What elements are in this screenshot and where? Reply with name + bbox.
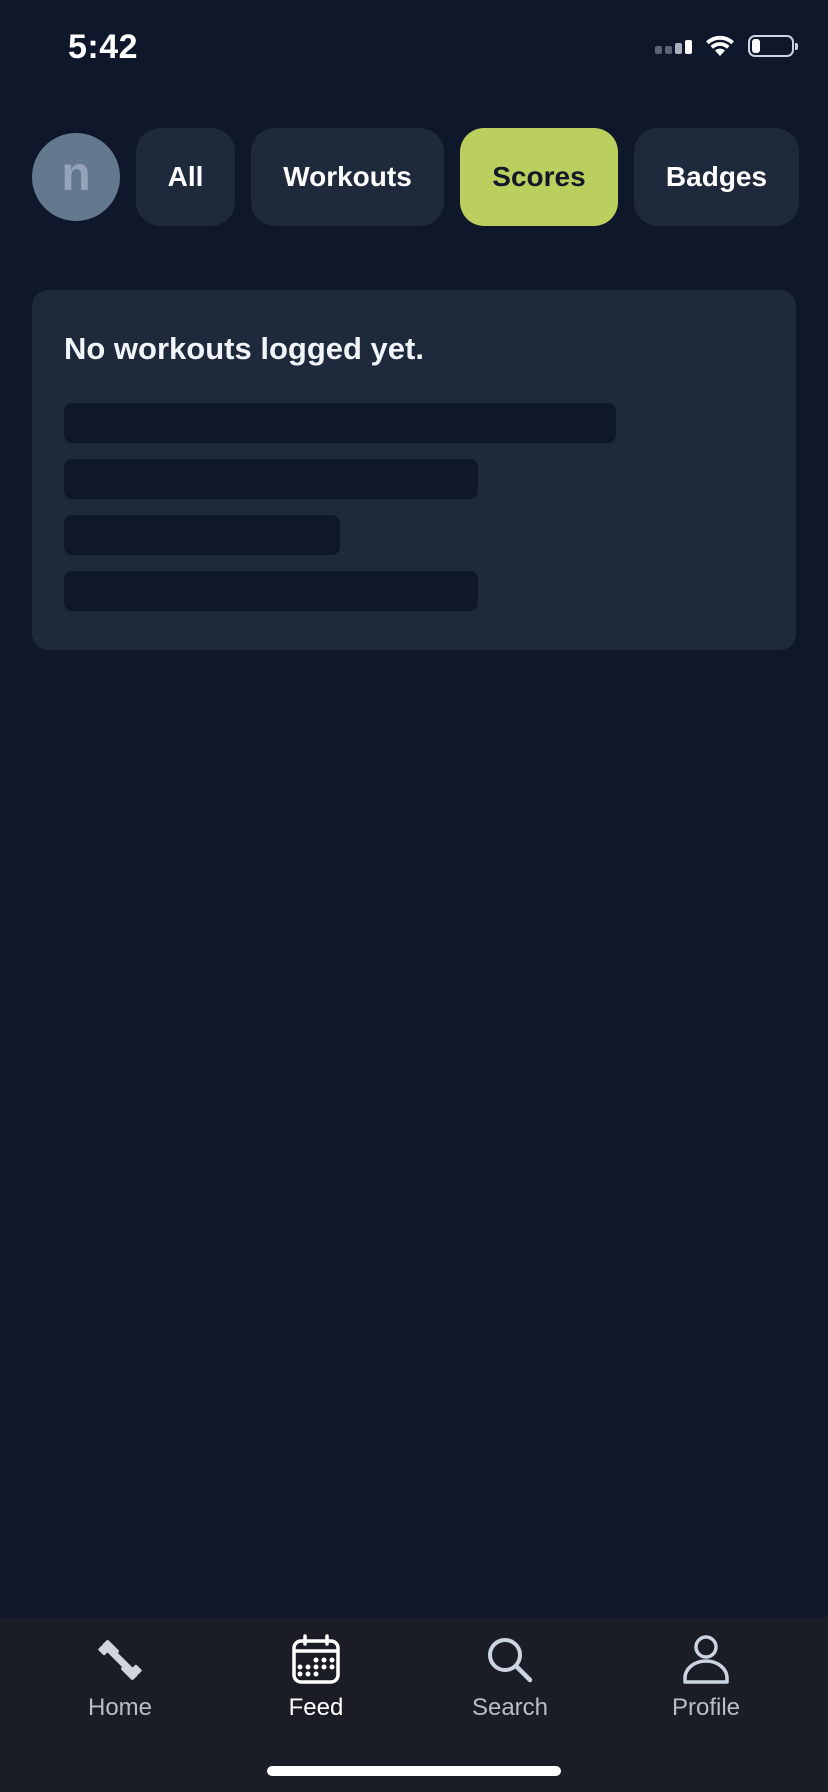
avatar[interactable]: n [32,133,120,221]
avatar-initial: n [61,147,91,201]
tab-feed[interactable]: Feed [246,1634,386,1722]
skeleton-line [64,459,478,500]
home-indicator[interactable] [267,1766,561,1776]
tab-label-profile: Profile [671,1694,741,1721]
status-bar: 5:42 [0,0,828,100]
filter-row: n All Workouts Scores Badges [32,128,799,226]
cellular-signal-icon [655,38,692,54]
calendar-icon [292,1634,340,1684]
skeleton-line [64,571,478,612]
filter-chip-all[interactable]: All [136,128,235,226]
empty-state-message: No workouts logged yet. [64,331,424,366]
filter-chip-badges[interactable]: Badges [634,128,799,226]
person-icon [683,1635,729,1684]
battery-level [752,39,760,53]
tab-label-search: Search [471,1694,549,1721]
battery-icon [748,35,798,57]
filter-chip-scores[interactable]: Scores [460,128,618,226]
skeleton-line [64,403,616,444]
tab-search[interactable]: Search [440,1634,580,1722]
feed-screen: 5:42 n All Workouts Scores Badges No wor… [0,0,828,1792]
skeleton-line [64,515,340,556]
search-icon [488,1638,533,1683]
wifi-icon [706,35,734,56]
empty-state-card: No workouts logged yet. [32,290,796,650]
tab-profile[interactable]: Profile [636,1634,776,1722]
status-icons [655,34,798,58]
filter-chip-workouts[interactable]: Workouts [251,128,444,226]
status-time: 5:42 [68,28,139,66]
dumbbell-icon [98,1640,142,1680]
tab-home[interactable]: Home [50,1634,190,1722]
tab-label-home: Home [87,1694,153,1721]
tab-bar: Home Feed Search Profile [0,1618,828,1792]
tab-label-feed: Feed [288,1694,344,1721]
